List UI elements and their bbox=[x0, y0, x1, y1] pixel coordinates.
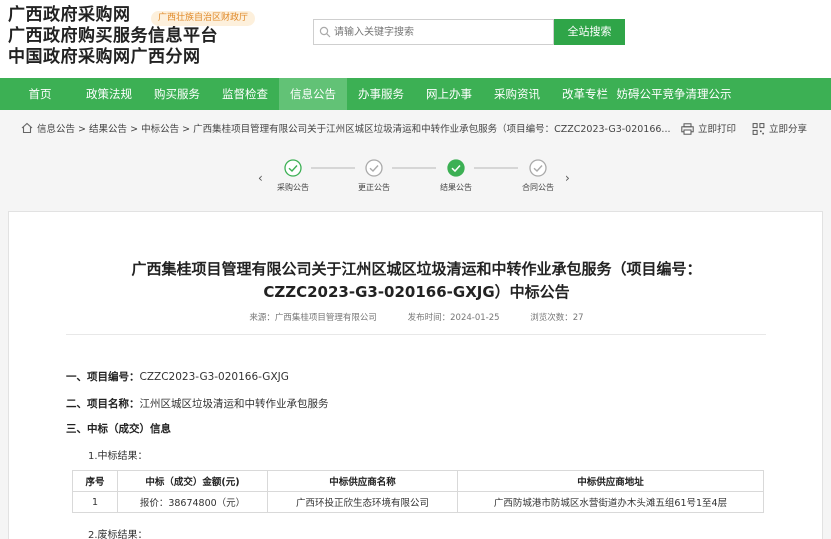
view-count: 浏览次数：27 bbox=[530, 313, 584, 323]
step-procurement[interactable]: 采购公告 bbox=[263, 150, 323, 193]
nav-item-supervision[interactable]: 监督检查 bbox=[214, 78, 276, 110]
breadcrumb: 信息公告 > 结果公告 > 中标公告 > 广西集桂项目管理有限公司关于江州区城区… bbox=[0, 110, 831, 146]
announcement-card: 广西集桂项目管理有限公司关于江州区城区垃圾清运和中转作业承包服务（项目编号： C… bbox=[8, 211, 823, 539]
brand-line-2: 广西政府购买服务信息平台 bbox=[8, 26, 218, 46]
print-label: 立即打印 bbox=[698, 124, 737, 135]
table-cell: 报价：38674800（元） bbox=[117, 491, 268, 513]
brand-line-3: 中国政府采购网广西分网 bbox=[8, 47, 201, 67]
chevron-right-icon[interactable]: › bbox=[565, 171, 570, 185]
nav-item-news[interactable]: 采购资讯 bbox=[486, 78, 548, 110]
sub-failed-bid-result: 2.废标结果： bbox=[88, 530, 148, 539]
main-nav: 首页 政策法规 购买服务 监督检查 信息公告 办事服务 网上办事 采购资讯 改革… bbox=[0, 78, 831, 110]
print-button[interactable]: 立即打印 bbox=[681, 121, 736, 135]
article-meta: 来源：广西集桂项目管理有限公司 发布时间：2024-01-25 浏览次数：27 bbox=[9, 311, 824, 323]
breadcrumb-item[interactable]: 信息公告 bbox=[37, 124, 75, 135]
announcement-steps: ‹ 采购公告 更正公告 结果公告 合同公告 › bbox=[0, 150, 831, 200]
table-cell: 1 bbox=[72, 491, 118, 513]
site-header: 广西政府采购网 广西政府购买服务信息平台 中国政府采购网广西分网 广西壮族自治区… bbox=[0, 0, 831, 78]
site-brand[interactable]: 广西政府采购网 广西政府购买服务信息平台 中国政府采购网广西分网 广西壮族自治区… bbox=[8, 5, 256, 68]
sub-award-result: 1.中标结果： bbox=[88, 451, 148, 462]
section-label: 二、项目名称： bbox=[66, 398, 140, 410]
check-circle-icon bbox=[447, 159, 465, 177]
nav-item-reform[interactable]: 改革专栏 bbox=[554, 78, 616, 110]
publish-time: 发布时间：2024-01-25 bbox=[407, 313, 500, 323]
breadcrumb-item[interactable]: 中标公告 bbox=[141, 124, 179, 135]
site-search-button[interactable]: 全站搜索 bbox=[554, 19, 625, 45]
project-name-value: 江州区城区垃圾清运和中转作业承包服务 bbox=[139, 398, 329, 410]
column-header: 序号 bbox=[72, 470, 118, 492]
step-result[interactable]: 结果公告 bbox=[426, 150, 486, 193]
meta-divider bbox=[66, 334, 766, 335]
section-project-name: 二、项目名称：江州区城区垃圾清运和中转作业承包服务 bbox=[66, 396, 329, 411]
check-circle-icon bbox=[529, 159, 547, 177]
section-project-number: 一、项目编号：CZZC2023-G3-020166-GXJG bbox=[66, 369, 289, 384]
step-label: 采购公告 bbox=[277, 183, 309, 192]
column-header: 中标供应商名称 bbox=[267, 470, 458, 492]
share-label: 立即分享 bbox=[769, 124, 808, 135]
search-icon bbox=[319, 26, 331, 38]
nav-item-home[interactable]: 首页 bbox=[14, 78, 66, 110]
nav-item-services[interactable]: 办事服务 bbox=[350, 78, 412, 110]
breadcrumb-separator: > bbox=[130, 124, 142, 135]
check-circle-icon bbox=[365, 159, 383, 177]
table-cell: 广西防城港市防城区水营街道办木头滩五组61号1至4层 bbox=[457, 491, 764, 513]
step-contract[interactable]: 合同公告 bbox=[508, 150, 568, 193]
column-header: 中标供应商地址 bbox=[457, 470, 764, 492]
award-result-table: 序号 中标（成交）金额(元) 中标供应商名称 中标供应商地址 1 报价：3867… bbox=[72, 470, 764, 513]
search-box[interactable] bbox=[313, 19, 554, 45]
breadcrumb-item[interactable]: 结果公告 bbox=[89, 124, 127, 135]
printer-icon bbox=[681, 123, 694, 135]
step-label: 结果公告 bbox=[440, 183, 472, 192]
article-source: 来源：广西集桂项目管理有限公司 bbox=[249, 313, 377, 323]
home-icon[interactable] bbox=[21, 122, 33, 134]
step-correction[interactable]: 更正公告 bbox=[344, 150, 404, 193]
nav-item-policy[interactable]: 政策法规 bbox=[78, 78, 140, 110]
table-row: 1 报价：38674800（元） 广西环投正欣生态环境有限公司 广西防城港市防城… bbox=[72, 491, 764, 513]
table-cell: 广西环投正欣生态环境有限公司 bbox=[267, 491, 458, 513]
step-label: 合同公告 bbox=[522, 183, 554, 192]
section-heading: 三、中标（成交）信息 bbox=[66, 423, 171, 435]
breadcrumb-separator: > bbox=[78, 124, 90, 135]
title-line-1: 广西集桂项目管理有限公司关于江州区城区垃圾清运和中转作业承包服务（项目编号： bbox=[131, 260, 702, 278]
qr-code-icon bbox=[752, 123, 765, 135]
section-award-info: 三、中标（成交）信息 bbox=[66, 421, 171, 436]
search-input[interactable] bbox=[334, 22, 548, 42]
share-button[interactable]: 立即分享 bbox=[752, 121, 807, 135]
title-line-2: CZZC2023-G3-020166-GXJG）中标公告 bbox=[263, 283, 570, 301]
check-circle-icon bbox=[284, 159, 302, 177]
finance-dept-badge: 广西壮族自治区财政厅 bbox=[151, 11, 256, 26]
page-title: 广西集桂项目管理有限公司关于江州区城区垃圾清运和中转作业承包服务（项目编号： C… bbox=[9, 258, 824, 304]
step-label: 更正公告 bbox=[358, 183, 390, 192]
section-label: 一、项目编号： bbox=[66, 371, 140, 383]
nav-item-purchase-service[interactable]: 购买服务 bbox=[146, 78, 208, 110]
nav-item-fair-competition[interactable]: 妨碍公平竞争清理公示 bbox=[616, 78, 732, 110]
table-header-row: 序号 中标（成交）金额(元) 中标供应商名称 中标供应商地址 bbox=[72, 470, 764, 492]
breadcrumb-separator: > bbox=[182, 124, 194, 135]
nav-item-announcements[interactable]: 信息公告 bbox=[279, 78, 347, 110]
breadcrumb-path: 信息公告 > 结果公告 > 中标公告 > 广西集桂项目管理有限公司关于江州区城区… bbox=[37, 121, 671, 135]
breadcrumb-current: 广西集桂项目管理有限公司关于江州区城区垃圾清运和中转作业承包服务（项目编号：CZ… bbox=[193, 124, 671, 135]
nav-item-online[interactable]: 网上办事 bbox=[418, 78, 480, 110]
project-number-value: CZZC2023-G3-020166-GXJG bbox=[139, 371, 289, 383]
column-header: 中标（成交）金额(元) bbox=[117, 470, 268, 492]
